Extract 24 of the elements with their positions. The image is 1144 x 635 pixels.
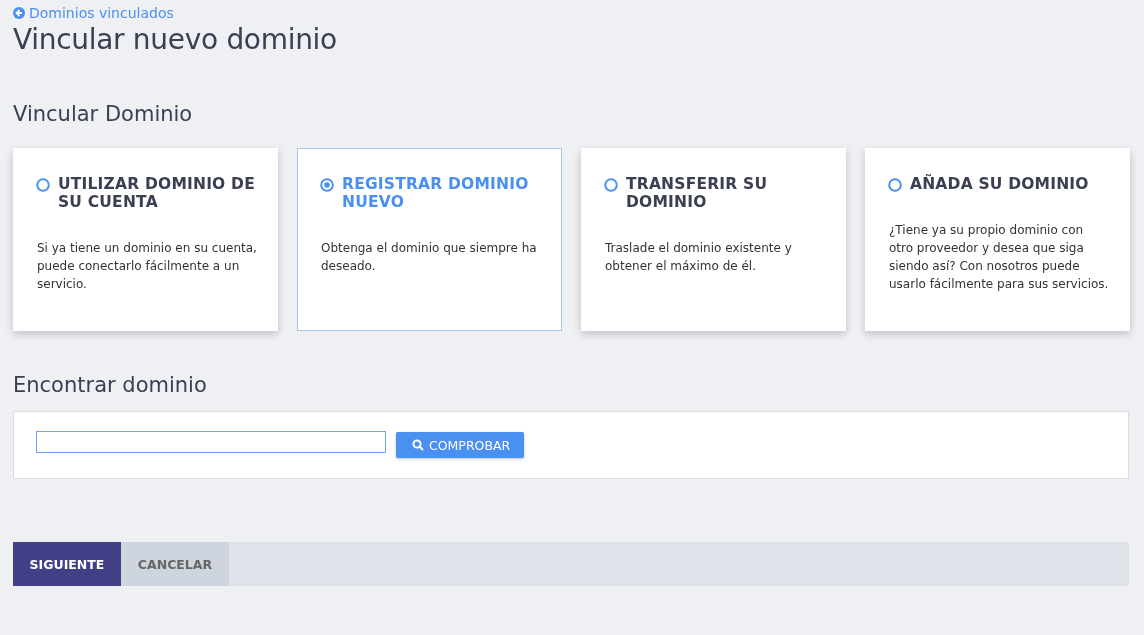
option-description: Si ya tiene un dominio en su cuenta, puede conectarlo fácilmente a un servicio. bbox=[36, 240, 258, 293]
section-heading: Vincular Dominio bbox=[13, 102, 194, 126]
option-title: TRANSFERIR SU DOMINIO bbox=[626, 175, 769, 211]
section-heading: Encontrar dominio bbox=[13, 373, 208, 397]
option-description: Traslade el dominio existente y obtener el máximo de él. bbox=[604, 240, 793, 275]
option-card[interactable]: UTILIZAR DOMINIO DE SU CUENTA Si ya tiene un dominio en su cuenta, puede conectarlo fácilmente a un servicio. bbox=[13, 148, 278, 331]
option-title: UTILIZAR DOMINIO DE SU CUENTA bbox=[58, 175, 256, 211]
radio-icon[interactable] bbox=[888, 178, 902, 192]
page-title: Vincular nuevo dominio bbox=[13, 23, 338, 56]
option-title: AÑADA SU DOMINIO bbox=[910, 175, 1089, 193]
back-arrow-icon bbox=[13, 7, 25, 19]
option-card[interactable]: AÑADA SU DOMINIO ¿Tiene ya su propio dominio con otro proveedor y desea que siga siendo así? Con nosotros puede usarlo fácilmente para sus servicios. bbox=[865, 148, 1130, 331]
radio-icon[interactable] bbox=[604, 178, 618, 192]
radio-icon[interactable] bbox=[36, 178, 50, 192]
option-card[interactable]: REGISTRAR DOMINIO NUEVO Obtenga el dominio que siempre ha deseado. bbox=[297, 148, 562, 331]
option-description: Obtenga el dominio que siempre ha deseado. bbox=[320, 240, 538, 275]
search-icon bbox=[412, 439, 424, 451]
radio-icon[interactable] bbox=[320, 178, 334, 192]
option-card[interactable]: TRANSFERIR SU DOMINIO Traslade el dominio existente y obtener el máximo de él. bbox=[581, 148, 846, 331]
option-title: REGISTRAR DOMINIO NUEVO bbox=[342, 175, 530, 211]
next-button[interactable]: SIGUIENTE bbox=[13, 542, 121, 586]
domain-input-field[interactable] bbox=[36, 431, 386, 453]
cancel-button[interactable]: CANCELAR bbox=[121, 542, 229, 586]
option-description: ¿Tiene ya su propio dominio con otro proveedor y desea que siga siendo así? Con nosotros puede usarlo fácilmente para sus servicios. bbox=[888, 222, 1110, 293]
